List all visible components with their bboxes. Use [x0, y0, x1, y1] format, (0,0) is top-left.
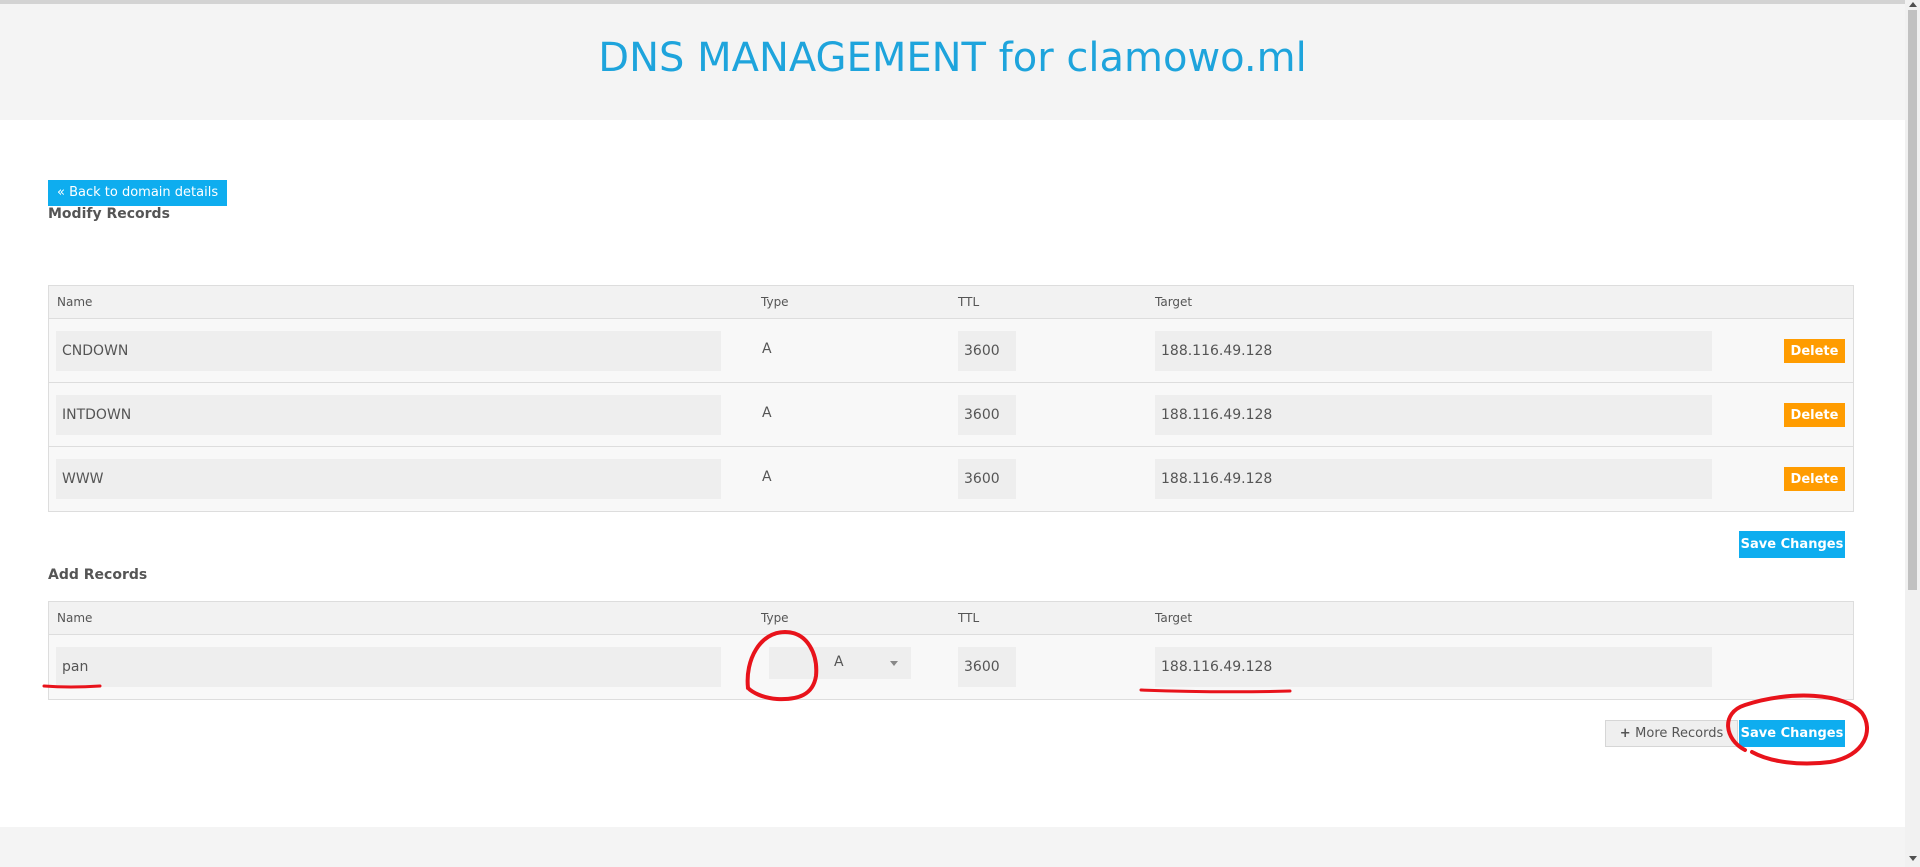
modify-records-table: Name Type TTL Target CNDOWN A 3600 188.1…	[48, 285, 1854, 512]
plus-icon: +	[1619, 726, 1636, 741]
record-target-field[interactable]: 188.116.49.128	[1155, 395, 1712, 435]
scroll-up-icon[interactable]	[1909, 2, 1917, 7]
main-content: « Back to domain details Modify Records …	[0, 120, 1905, 827]
modify-records-heading: Modify Records	[48, 206, 170, 222]
delete-button[interactable]: Delete	[1784, 403, 1845, 427]
delete-button[interactable]: Delete	[1784, 467, 1845, 491]
add-records-table: Name Type TTL Target pan A 3600 188.116.…	[48, 601, 1854, 700]
scroll-down-icon[interactable]	[1909, 856, 1917, 861]
col-target-header: Target	[1155, 295, 1193, 309]
table-row: WWW A 3600 188.116.49.128 Delete	[49, 447, 1853, 511]
col-ttl-header: TTL	[958, 295, 980, 309]
table-row: INTDOWN A 3600 188.116.49.128 Delete	[49, 383, 1853, 447]
record-ttl-field[interactable]: 3600	[958, 395, 1016, 435]
new-record-name-input[interactable]: pan	[56, 647, 721, 687]
record-type: A	[762, 469, 772, 485]
vertical-scrollbar[interactable]	[1905, 0, 1920, 867]
new-record-ttl-input[interactable]: 3600	[958, 647, 1016, 687]
table-row: CNDOWN A 3600 188.116.49.128 Delete	[49, 319, 1853, 383]
new-record-target-input[interactable]: 188.116.49.128	[1155, 647, 1712, 687]
new-record-type-select[interactable]: A	[769, 647, 911, 679]
type-select-value: A	[834, 654, 844, 670]
more-records-button[interactable]: + More Records	[1605, 720, 1738, 747]
back-to-domain-button[interactable]: « Back to domain details	[48, 180, 228, 206]
col-type-header: Type	[761, 611, 789, 625]
record-ttl-field[interactable]: 3600	[958, 459, 1016, 499]
more-records-label: More Records	[1635, 726, 1724, 741]
scroll-thumb[interactable]	[1908, 10, 1917, 590]
page-title: DNS MANAGEMENT for clamowo.ml	[598, 35, 1307, 81]
record-name-field[interactable]: CNDOWN	[56, 331, 721, 371]
footer-band	[0, 827, 1905, 867]
add-records-heading: Add Records	[48, 567, 148, 583]
record-name-field[interactable]: WWW	[56, 459, 721, 499]
col-name-header: Name	[57, 295, 93, 309]
table-header: Name Type TTL Target	[49, 286, 1853, 319]
table-header: Name Type TTL Target	[49, 602, 1853, 635]
col-target-header: Target	[1155, 611, 1193, 625]
delete-button[interactable]: Delete	[1784, 339, 1845, 363]
record-target-field[interactable]: 188.116.49.128	[1155, 331, 1712, 371]
record-name-field[interactable]: INTDOWN	[56, 395, 721, 435]
col-name-header: Name	[57, 611, 93, 625]
page-header: DNS MANAGEMENT for clamowo.ml	[0, 4, 1905, 120]
record-target-field[interactable]: 188.116.49.128	[1155, 459, 1712, 499]
col-ttl-header: TTL	[958, 611, 980, 625]
caret-down-icon	[890, 661, 898, 666]
table-row: pan A 3600 188.116.49.128	[49, 635, 1853, 699]
save-changes-button[interactable]: Save Changes	[1739, 531, 1845, 558]
col-type-header: Type	[761, 295, 789, 309]
record-ttl-field[interactable]: 3600	[958, 331, 1016, 371]
record-type: A	[762, 405, 772, 421]
record-type: A	[762, 341, 772, 357]
save-changes-button[interactable]: Save Changes	[1739, 720, 1845, 747]
